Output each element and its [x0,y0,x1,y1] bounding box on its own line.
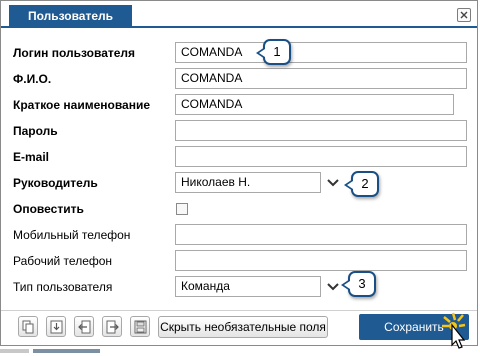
callout-2: 2 [344,171,379,197]
chevron-down-icon [327,179,339,187]
save-disk-button[interactable] [130,316,150,337]
email-input[interactable] [175,146,467,167]
taskbar-strip [0,349,29,353]
back-button[interactable] [74,316,94,337]
user-dialog: Пользователь Логин пользователя COMANDA … [0,0,478,349]
fio-input[interactable]: COMANDA [175,68,467,89]
forward-icon [106,320,119,334]
callout-1: 1 [256,39,291,65]
mobile-phone-label: Мобильный телефон [13,228,131,242]
short-name-input[interactable]: COMANDA [175,94,454,115]
manager-label: Руководитель [13,176,98,190]
callout-pointer-inner [344,281,350,289]
footer-divider [1,310,477,311]
copy-button[interactable] [18,316,38,337]
notify-label: Оповестить [13,202,84,216]
import-icon [50,320,63,334]
user-type-label: Тип пользователя [13,280,113,294]
password-label: Пароль [13,124,58,138]
callout-3: 3 [341,271,376,297]
title-underline [1,26,477,28]
work-phone-label: Рабочий телефон [13,254,113,268]
cursor-click-icon [442,312,466,349]
callout-number: 3 [358,276,366,291]
callout-pointer-inner [259,49,265,57]
fio-label: Ф.И.О. [13,72,52,86]
login-label: Логин пользователя [13,46,136,60]
back-icon [78,320,91,334]
callout-pointer-inner [347,181,353,189]
password-input[interactable] [175,120,467,141]
notify-checkbox[interactable] [176,203,188,215]
email-label: E-mail [13,150,50,164]
short-name-label: Краткое наименование [13,98,151,112]
callout-number: 2 [361,176,369,191]
taskbar-strip [33,349,100,353]
manager-select[interactable]: Николаев Н. [175,172,321,193]
callout-number: 1 [273,44,281,59]
login-input[interactable]: COMANDA [175,42,467,63]
manager-dropdown-button[interactable] [321,172,345,193]
import-button[interactable] [46,316,66,337]
mobile-phone-input[interactable] [175,224,467,245]
close-button[interactable] [457,8,471,22]
work-phone-input[interactable] [175,250,467,271]
copy-icon [22,320,34,334]
hide-optional-fields-button[interactable]: Скрыть необязательные поля [158,316,328,338]
save-disk-icon [134,320,147,334]
close-icon [460,11,468,19]
mouse-cursor [441,311,471,356]
user-type-select[interactable]: Команда [175,276,321,297]
forward-button[interactable] [102,316,122,337]
dialog-title: Пользователь [9,5,132,27]
